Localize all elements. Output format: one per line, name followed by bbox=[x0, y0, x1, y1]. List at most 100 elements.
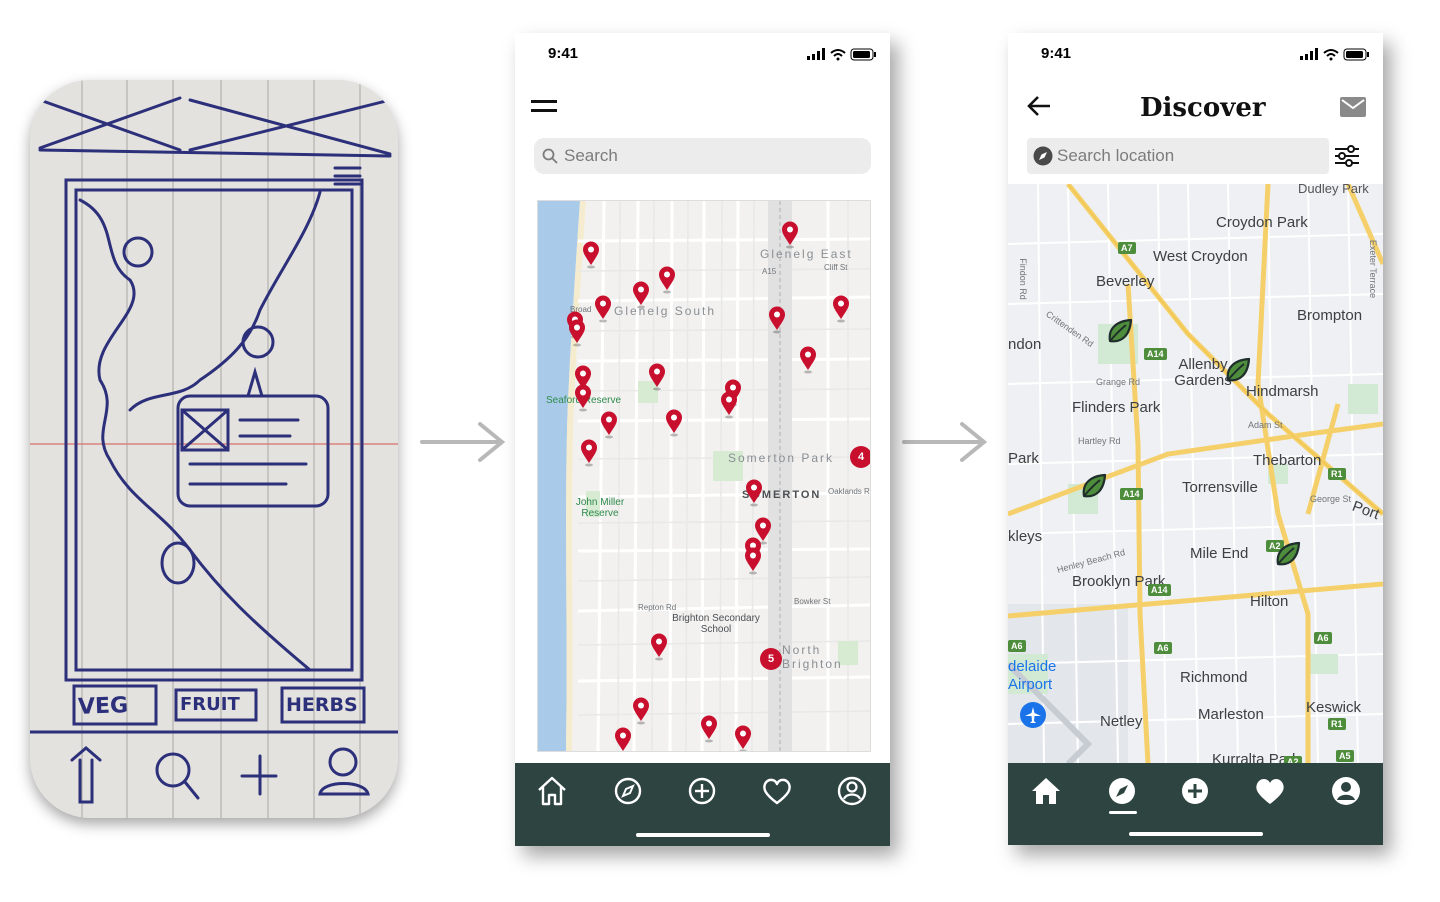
map-pin-icon[interactable] bbox=[799, 346, 817, 374]
active-tab-indicator bbox=[1109, 811, 1137, 814]
map-label-bowker-st: Bowker St bbox=[794, 597, 831, 606]
map-pin-icon[interactable] bbox=[745, 479, 763, 507]
map-label-brighton-school: Brighton Secondary School bbox=[672, 613, 760, 635]
map-label-brompton: Brompton bbox=[1297, 307, 1363, 324]
road-badge: A14 bbox=[1120, 488, 1143, 500]
page-title: Discover bbox=[1140, 93, 1266, 123]
map-label-adelaide-airport: delaide Airport bbox=[1008, 658, 1057, 693]
map-label-somerton-park: Somerton Park bbox=[728, 451, 835, 465]
menu-icon[interactable] bbox=[531, 99, 559, 115]
status-time: 9:41 bbox=[1041, 45, 1072, 62]
leaf-marker-icon[interactable] bbox=[1080, 472, 1108, 500]
map-pin-icon[interactable] bbox=[600, 411, 618, 439]
leaf-marker-icon[interactable] bbox=[1106, 317, 1134, 345]
map-pin-icon[interactable] bbox=[580, 439, 598, 467]
map-pin-icon[interactable] bbox=[648, 363, 666, 391]
map-label-dudley-park: Dudley Park bbox=[1298, 184, 1369, 196]
profile-icon[interactable] bbox=[1328, 773, 1364, 809]
mail-icon[interactable] bbox=[1340, 97, 1366, 117]
search-placeholder: Search location bbox=[1057, 146, 1175, 165]
map-label-repton-rd: Repton Rd bbox=[638, 603, 677, 612]
map-pin-icon[interactable] bbox=[650, 633, 668, 661]
road-badge: A6 bbox=[1008, 640, 1026, 652]
sketch-tab-veg: VEG bbox=[77, 693, 129, 720]
map-pin-icon[interactable] bbox=[632, 697, 650, 725]
road-badge: A14 bbox=[1148, 584, 1171, 596]
map-pin-icon[interactable] bbox=[582, 241, 600, 269]
compass-icon[interactable] bbox=[1104, 773, 1140, 809]
map-pin-icon[interactable] bbox=[744, 547, 762, 575]
map-pin-icon[interactable] bbox=[665, 409, 683, 437]
add-icon[interactable] bbox=[684, 773, 720, 809]
map-label-kleys: kleys bbox=[1008, 528, 1043, 545]
map-cluster-marker[interactable]: 5 bbox=[760, 648, 782, 670]
map-label-glenelg-south: Glenelg South bbox=[614, 304, 717, 318]
road-badge: R1 bbox=[1328, 718, 1346, 730]
map-pin-icon[interactable] bbox=[632, 281, 650, 309]
map-label-findon-rd: Findon Rd bbox=[1017, 258, 1028, 300]
home-icon[interactable] bbox=[1028, 773, 1064, 809]
sketch-tab-fruit: FRUIT bbox=[180, 694, 240, 715]
map-label-mile-end: Mile End bbox=[1190, 545, 1249, 562]
back-arrow-icon[interactable] bbox=[1026, 95, 1052, 117]
map-view[interactable]: Glenelg East Cliff St Glenelg South Broa… bbox=[537, 200, 871, 752]
home-indicator bbox=[1129, 832, 1263, 836]
filter-sliders-icon[interactable] bbox=[1335, 145, 1359, 167]
tab-bar bbox=[515, 763, 890, 846]
map-label-cliff-st: Cliff St bbox=[824, 263, 848, 272]
map-label-glenelg-east: Glenelg East bbox=[760, 247, 853, 261]
road-badge: A5 bbox=[1336, 750, 1354, 762]
map-pin-icon[interactable] bbox=[768, 306, 786, 334]
search-location-input[interactable]: Search location bbox=[1027, 138, 1329, 174]
map-label-richmond: Richmond bbox=[1180, 669, 1248, 686]
road-badge: A6 bbox=[1154, 642, 1172, 654]
map-label-thebarton: Thebarton bbox=[1253, 452, 1322, 469]
leaf-marker-icon[interactable] bbox=[1224, 356, 1252, 384]
sketch-tab-herbs: HERBS bbox=[286, 694, 358, 716]
road-badge: A7 bbox=[1118, 242, 1136, 254]
map-label-exeter-terrace: Exeter Terrace bbox=[1368, 239, 1379, 299]
home-indicator bbox=[636, 833, 770, 837]
mockup-map-screen: 9:41 Search Glenelg East Cliff St Glenel… bbox=[515, 33, 890, 846]
map-label-oaklands-rd: Oaklands Rd bbox=[828, 487, 871, 496]
compass-icon bbox=[1033, 146, 1053, 166]
road-badge: R1 bbox=[1328, 468, 1346, 480]
map-label-grange-rd: Grange Rd bbox=[1096, 377, 1141, 387]
map-pin-icon[interactable] bbox=[574, 384, 592, 412]
map-pin-icon[interactable] bbox=[720, 391, 738, 419]
map-label-west-croydon: West Croydon bbox=[1153, 248, 1248, 265]
profile-icon[interactable] bbox=[834, 773, 870, 809]
status-icons bbox=[1300, 48, 1369, 61]
map-label-torrensville: Torrensville bbox=[1182, 479, 1258, 496]
map-label-north-brighton: North Brighton bbox=[782, 643, 843, 671]
map-label-hindmarsh: Hindmarsh bbox=[1246, 383, 1319, 400]
add-icon[interactable] bbox=[1177, 773, 1213, 809]
map-label-hilton: Hilton bbox=[1250, 593, 1289, 610]
map-label-flinders-park: Flinders Park bbox=[1072, 399, 1161, 416]
map-pin-icon[interactable] bbox=[658, 266, 676, 294]
search-placeholder: Search bbox=[564, 146, 618, 165]
leaf-marker-icon[interactable] bbox=[1274, 540, 1302, 568]
map-label-keswick: Keswick bbox=[1306, 699, 1362, 716]
heart-icon[interactable] bbox=[1252, 773, 1288, 809]
heart-icon[interactable] bbox=[759, 773, 795, 809]
road-badge: A14 bbox=[1144, 348, 1167, 360]
search-input[interactable]: Search bbox=[534, 138, 871, 174]
compass-icon[interactable] bbox=[610, 773, 646, 809]
map-cluster-marker[interactable]: 4 bbox=[850, 446, 870, 468]
map-pin-icon[interactable] bbox=[832, 295, 850, 323]
map-pin-icon[interactable] bbox=[614, 727, 632, 751]
paper-sketch-wireframe: VEG FRUIT HERBS bbox=[30, 80, 398, 818]
map-label-adam-st: Adam St bbox=[1248, 420, 1283, 430]
home-icon[interactable] bbox=[534, 773, 570, 809]
mockup-discover-screen: 9:41 Discover Search location Dudley Par… bbox=[1008, 33, 1383, 845]
map-pin-icon[interactable] bbox=[781, 221, 799, 249]
map-view[interactable]: Dudley Park Croydon Park West Croydon Be… bbox=[1008, 184, 1383, 764]
map-label-beverley: Beverley bbox=[1096, 273, 1155, 290]
map-pin-icon[interactable] bbox=[568, 319, 586, 347]
map-pin-icon[interactable] bbox=[734, 725, 752, 751]
arrow-right-icon bbox=[420, 422, 506, 462]
map-pin-icon[interactable] bbox=[594, 295, 612, 323]
map-label-marleston: Marleston bbox=[1198, 706, 1264, 723]
map-pin-icon[interactable] bbox=[700, 715, 718, 743]
